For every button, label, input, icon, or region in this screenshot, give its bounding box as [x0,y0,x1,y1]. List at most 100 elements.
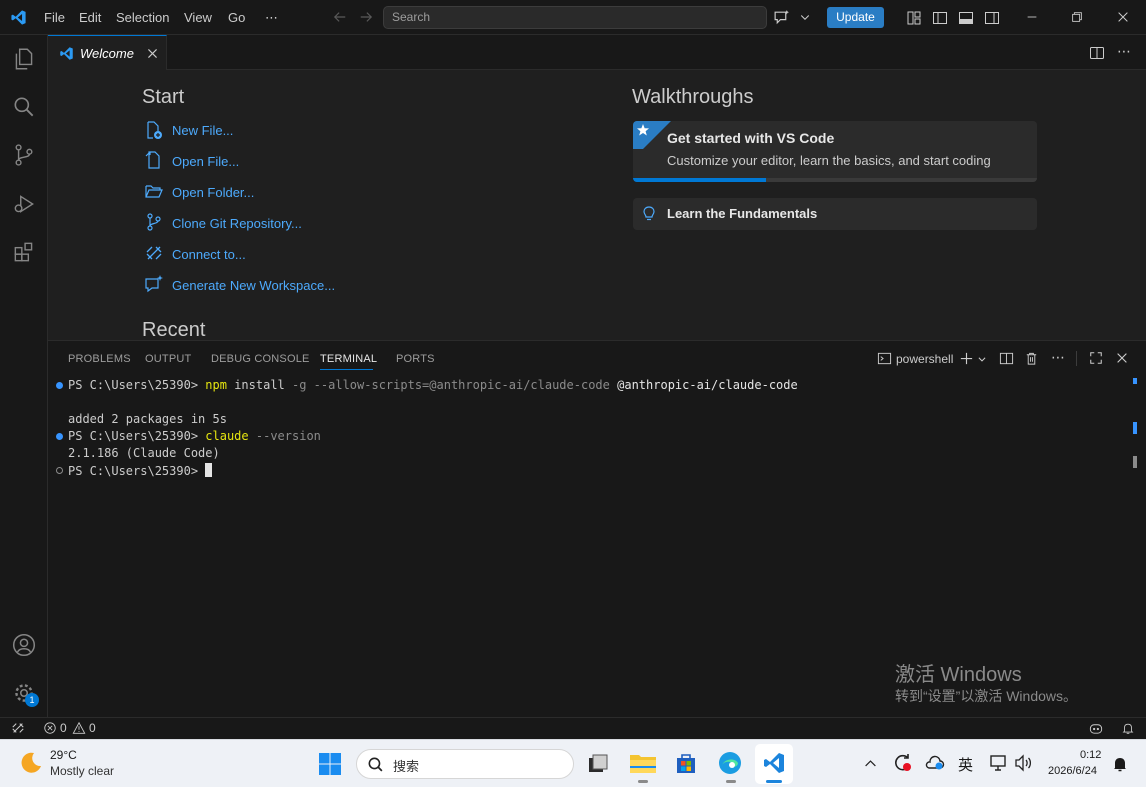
chevron-down-icon[interactable] [977,354,987,364]
ime-indicator[interactable]: 英 [958,754,973,775]
maximize-panel-icon[interactable] [1089,351,1103,365]
weather-moon-icon[interactable] [18,750,44,776]
search-icon [367,756,384,773]
chat-sparkle-icon [144,274,164,294]
welcome-page: Start New File... Open File... Open Fold… [48,70,1146,340]
update-button[interactable]: Update [827,7,884,28]
active-app-indicator [766,780,782,783]
microsoft-store-icon[interactable] [674,751,698,775]
toggle-secondary-sidebar-icon[interactable] [984,10,1000,26]
search-icon[interactable] [11,94,37,120]
terminal-line-3[interactable]: PS C:\Users\25390> [68,463,213,478]
weather-temperature[interactable]: 29°C [50,748,77,762]
walkthrough-card-fundamentals[interactable]: Learn the Fundamentals [633,198,1037,230]
remote-indicator-icon[interactable] [11,721,25,735]
extensions-icon[interactable] [11,239,37,265]
menu-selection[interactable]: Selection [116,0,169,35]
weather-description[interactable]: Mostly clear [50,764,114,778]
menu-go[interactable]: Go [228,0,245,35]
more-actions-icon[interactable]: ⋯ [1051,349,1065,366]
start-heading: Start [142,86,185,108]
terminal-cursor [205,463,213,477]
more-actions-icon[interactable]: ⋯ [1117,43,1131,60]
sync-status-icon[interactable] [892,752,914,774]
title-bar: File Edit Selection View Go ⋯ Search Upd… [0,0,1146,35]
restore-icon[interactable] [1070,10,1084,24]
walkthroughs-heading: Walkthroughs [632,86,754,108]
run-debug-icon[interactable] [11,191,37,217]
tab-debug-console[interactable]: DEBUG CONSOLE [211,353,310,365]
close-panel-icon[interactable] [1115,351,1129,365]
generate-new-workspace-link[interactable]: Generate New Workspace... [172,278,335,293]
new-file-link[interactable]: New File... [172,123,233,138]
clone-git-repository-link[interactable]: Clone Git Repository... [172,216,302,231]
split-terminal-icon[interactable] [999,351,1014,366]
show-hidden-icons-chevron-icon[interactable] [864,757,877,770]
more-menu-button[interactable]: ⋯ [265,0,278,35]
menu-view[interactable]: View [184,0,212,35]
tab-problems[interactable]: PROBLEMS [68,353,131,365]
taskbar-search-box[interactable]: 搜索 [356,749,574,779]
connect-to-link[interactable]: Connect to... [172,247,246,262]
explorer-icon[interactable] [11,46,37,72]
chat-icon[interactable] [773,9,790,26]
back-arrow-icon[interactable] [333,10,347,24]
notifications-bell-icon[interactable] [1121,721,1135,736]
menu-file[interactable]: File [44,0,65,35]
source-control-icon [144,212,164,232]
walkthrough-progress-fill [633,178,767,182]
windows-start-icon[interactable] [318,752,342,776]
source-control-icon[interactable] [11,142,37,168]
vscode-logo-icon [10,9,27,26]
toggle-primary-sidebar-icon[interactable] [932,10,948,26]
tab-output[interactable]: OUTPUT [145,353,191,365]
terminal-line-2: PS C:\Users\25390> claude --version [68,429,321,443]
volume-icon[interactable] [1014,754,1034,772]
command-center-search[interactable]: Search [383,6,767,29]
remote-icon [144,243,164,263]
menu-edit[interactable]: Edit [79,0,101,35]
search-placeholder: Search [392,10,431,24]
toggle-panel-icon[interactable] [958,10,974,26]
command-pending-dot[interactable] [56,467,63,474]
chevron-down-icon[interactable] [799,11,811,23]
onedrive-cloud-icon[interactable] [925,754,945,772]
tab-terminal[interactable]: TERMINAL [320,353,377,365]
network-icon[interactable] [989,754,1009,772]
task-view-icon[interactable] [586,752,610,776]
clock-date[interactable]: 2026/6/24 [1048,765,1097,777]
error-count[interactable]: 0 [60,721,67,735]
edge-browser-icon[interactable] [717,750,743,776]
accounts-icon[interactable] [11,632,37,658]
editor-tab-bar: Welcome ⋯ [48,35,1146,70]
customize-layout-icon[interactable] [906,10,922,26]
trash-icon[interactable] [1024,351,1039,366]
close-tab-icon[interactable] [146,47,159,60]
notification-center-icon[interactable] [1112,755,1128,773]
shell-selector[interactable]: powershell [896,352,953,366]
forward-arrow-icon[interactable] [359,10,373,24]
warning-count[interactable]: 0 [89,721,96,735]
new-terminal-icon[interactable] [959,351,974,366]
open-folder-link[interactable]: Open Folder... [172,185,254,200]
open-file-link[interactable]: Open File... [172,154,239,169]
close-window-icon[interactable] [1116,10,1130,24]
toolbar-divider [1076,351,1077,366]
warning-icon[interactable] [72,721,86,735]
command-package: @anthropic-ai/claude-code [609,378,798,392]
copilot-icon[interactable] [1088,721,1104,736]
minimize-icon[interactable] [1025,10,1039,24]
split-editor-icon[interactable] [1089,45,1105,61]
tab-ports[interactable]: PORTS [396,353,435,365]
tab-label: Welcome [80,46,134,61]
file-explorer-icon[interactable] [629,751,657,775]
clock-time[interactable]: 0:12 [1080,749,1101,761]
tab-welcome[interactable]: Welcome [48,35,167,70]
open-file-icon [144,150,164,170]
command-success-dot[interactable] [56,433,63,440]
command-success-dot[interactable] [56,382,63,389]
error-icon[interactable] [43,721,57,735]
walkthrough-card-get-started[interactable]: Get started with VS Code Customize your … [633,121,1037,182]
taskbar-vscode-button[interactable] [755,744,793,784]
walkthrough-progress-track [633,178,1037,182]
